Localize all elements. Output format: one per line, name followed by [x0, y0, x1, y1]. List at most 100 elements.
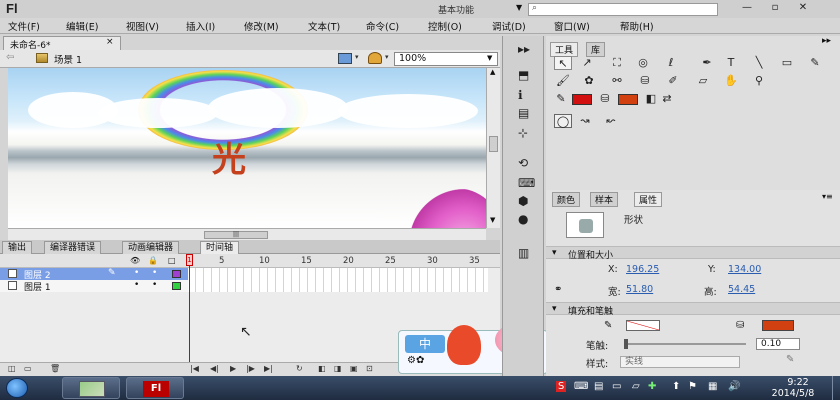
eraser-tool-icon[interactable]: ▱: [694, 74, 712, 88]
close-icon[interactable]: ×: [106, 37, 114, 47]
tray-icon[interactable]: ✚: [648, 381, 656, 392]
next-frame-icon[interactable]: |▶: [246, 364, 255, 373]
3d-rotation-tool-icon[interactable]: ◎: [634, 56, 652, 70]
visibility-dot[interactable]: •: [134, 280, 139, 290]
delete-icon[interactable]: 🗑: [50, 364, 60, 373]
menu-debug[interactable]: 调试(D): [492, 19, 526, 33]
text-tool-icon[interactable]: T: [722, 56, 740, 70]
onion-outline-icon[interactable]: ◨: [334, 364, 342, 373]
subselection-tool-icon[interactable]: ↗: [578, 56, 596, 70]
tab-properties[interactable]: 属性: [634, 192, 663, 207]
chevron-down-icon[interactable]: ▼: [516, 3, 522, 12]
last-frame-icon[interactable]: ▶|: [264, 364, 273, 373]
tab-tools[interactable]: 工具: [550, 42, 579, 57]
section-position-size[interactable]: ▾ 位置和大小: [546, 246, 840, 261]
menu-view[interactable]: 视图(V): [126, 19, 159, 33]
transform-icon[interactable]: ⊹: [518, 126, 528, 140]
new-layer-icon[interactable]: ◫: [8, 364, 16, 373]
start-button[interactable]: [6, 378, 28, 398]
edit-multiple-icon[interactable]: ▣: [350, 364, 358, 373]
code-icon[interactable]: ⌨: [518, 176, 535, 190]
visibility-dot[interactable]: •: [134, 268, 139, 278]
tray-icon[interactable]: ⌨: [574, 381, 588, 392]
object-drawing-icon[interactable]: ◯: [554, 114, 572, 128]
loop-icon[interactable]: ↻: [296, 364, 303, 373]
tray-icon[interactable]: ▭: [612, 381, 621, 392]
layer-outline-color[interactable]: [172, 282, 181, 290]
stroke-color-swatch[interactable]: [626, 320, 660, 331]
back-arrow-icon[interactable]: ⇦: [6, 52, 14, 63]
frame-grid[interactable]: [188, 268, 488, 292]
brush-tool-icon[interactable]: 🖌: [554, 74, 572, 88]
chevron-down-icon[interactable]: ▾: [385, 53, 389, 61]
timeline-layer[interactable]: 图层 1 • •: [0, 280, 188, 293]
scroll-thumb[interactable]: [489, 136, 498, 152]
pen-tool-icon[interactable]: ✒: [698, 56, 716, 70]
search-input[interactable]: ⌕: [528, 3, 718, 16]
taskbar-app-flash[interactable]: Fl: [126, 377, 184, 399]
zoom-tool-icon[interactable]: ⚲: [750, 74, 768, 88]
collapse-icon[interactable]: ▸▸: [822, 36, 831, 46]
input-lang-label[interactable]: 中: [405, 335, 445, 353]
clock-time[interactable]: 9:22: [768, 377, 828, 388]
show-desktop-button[interactable]: [832, 376, 840, 400]
info-icon[interactable]: ℹ: [518, 88, 523, 102]
line-tool-icon[interactable]: ╲: [750, 56, 768, 70]
play-icon[interactable]: ▶: [230, 364, 236, 373]
edit-stroke-style-icon[interactable]: ✎: [786, 354, 794, 365]
rectangle-tool-icon[interactable]: ▭: [778, 56, 796, 70]
scroll-thumb[interactable]: |||: [204, 231, 268, 239]
taskbar-app-explorer[interactable]: [62, 377, 120, 399]
tray-icon[interactable]: ▤: [594, 381, 603, 392]
tab-timeline[interactable]: 时间轴: [200, 241, 240, 254]
menu-command[interactable]: 命令(C): [366, 19, 399, 33]
network-icon[interactable]: ▦: [708, 381, 717, 392]
lock-dot[interactable]: •: [152, 268, 157, 278]
section-fill-stroke[interactable]: ▾ 填充和笔触: [546, 302, 840, 317]
stroke-style-select[interactable]: 实线: [620, 356, 740, 368]
menu-window[interactable]: 窗口(W): [554, 19, 590, 33]
layer-outline-color[interactable]: [172, 270, 181, 278]
menu-help[interactable]: 帮助(H): [620, 19, 654, 33]
menu-insert[interactable]: 插入(I): [186, 19, 215, 33]
scene-panel-icon[interactable]: ▥: [518, 246, 529, 260]
new-folder-icon[interactable]: ▭: [24, 364, 32, 373]
stroke-slider-thumb[interactable]: [624, 339, 628, 349]
tab-output[interactable]: 输出: [2, 241, 33, 254]
timeline-layer[interactable]: 图层 2 ✎ • •: [0, 268, 188, 281]
playhead[interactable]: 1: [186, 254, 193, 362]
snap-icon[interactable]: ↝: [576, 114, 594, 128]
workspace-switcher[interactable]: 基本功能: [438, 3, 474, 16]
volume-icon[interactable]: 🔊: [728, 381, 740, 392]
tray-icon[interactable]: ▱: [632, 381, 640, 392]
smooth-icon[interactable]: ↜: [602, 114, 620, 128]
vertical-scrollbar[interactable]: ▲ ▼: [486, 68, 500, 228]
playhead-marker[interactable]: 1: [186, 254, 193, 266]
document-tab[interactable]: 未命名-6* ×: [3, 36, 121, 51]
selection-tool-icon[interactable]: ↖: [554, 56, 572, 70]
sogou-icon[interactable]: S: [556, 381, 567, 392]
panel-menu-icon[interactable]: ▾≡: [822, 192, 833, 201]
onion-skin-icon[interactable]: ◧: [318, 364, 326, 373]
stroke-color-swatch[interactable]: [572, 94, 592, 105]
history-icon[interactable]: ⟲: [518, 156, 528, 170]
x-value[interactable]: 196.25: [626, 264, 659, 275]
settings-icon[interactable]: ⚙✿: [407, 355, 424, 366]
menu-edit[interactable]: 编辑(E): [66, 19, 98, 33]
close-button[interactable]: ✕: [790, 2, 816, 15]
modify-markers-icon[interactable]: ⊡: [366, 364, 373, 373]
menu-text[interactable]: 文本(T): [308, 19, 340, 33]
bone-tool-icon[interactable]: ⚯: [608, 74, 626, 88]
components-icon[interactable]: ⬢: [518, 194, 528, 208]
eyedropper-tool-icon[interactable]: ✐: [664, 74, 682, 88]
layer-name[interactable]: 图层 1: [24, 280, 51, 293]
stroke-width-input[interactable]: 0.10: [756, 338, 800, 350]
free-transform-tool-icon[interactable]: ⛶: [608, 56, 626, 70]
menu-modify[interactable]: 修改(M): [244, 19, 279, 33]
lasso-tool-icon[interactable]: ℓ: [662, 56, 680, 70]
minimize-button[interactable]: —: [734, 2, 760, 15]
fill-color-swatch[interactable]: [762, 320, 794, 331]
scroll-down-icon[interactable]: ▼: [490, 216, 495, 224]
first-frame-icon[interactable]: |◀: [190, 364, 199, 373]
stroke-slider-track[interactable]: [624, 343, 746, 345]
